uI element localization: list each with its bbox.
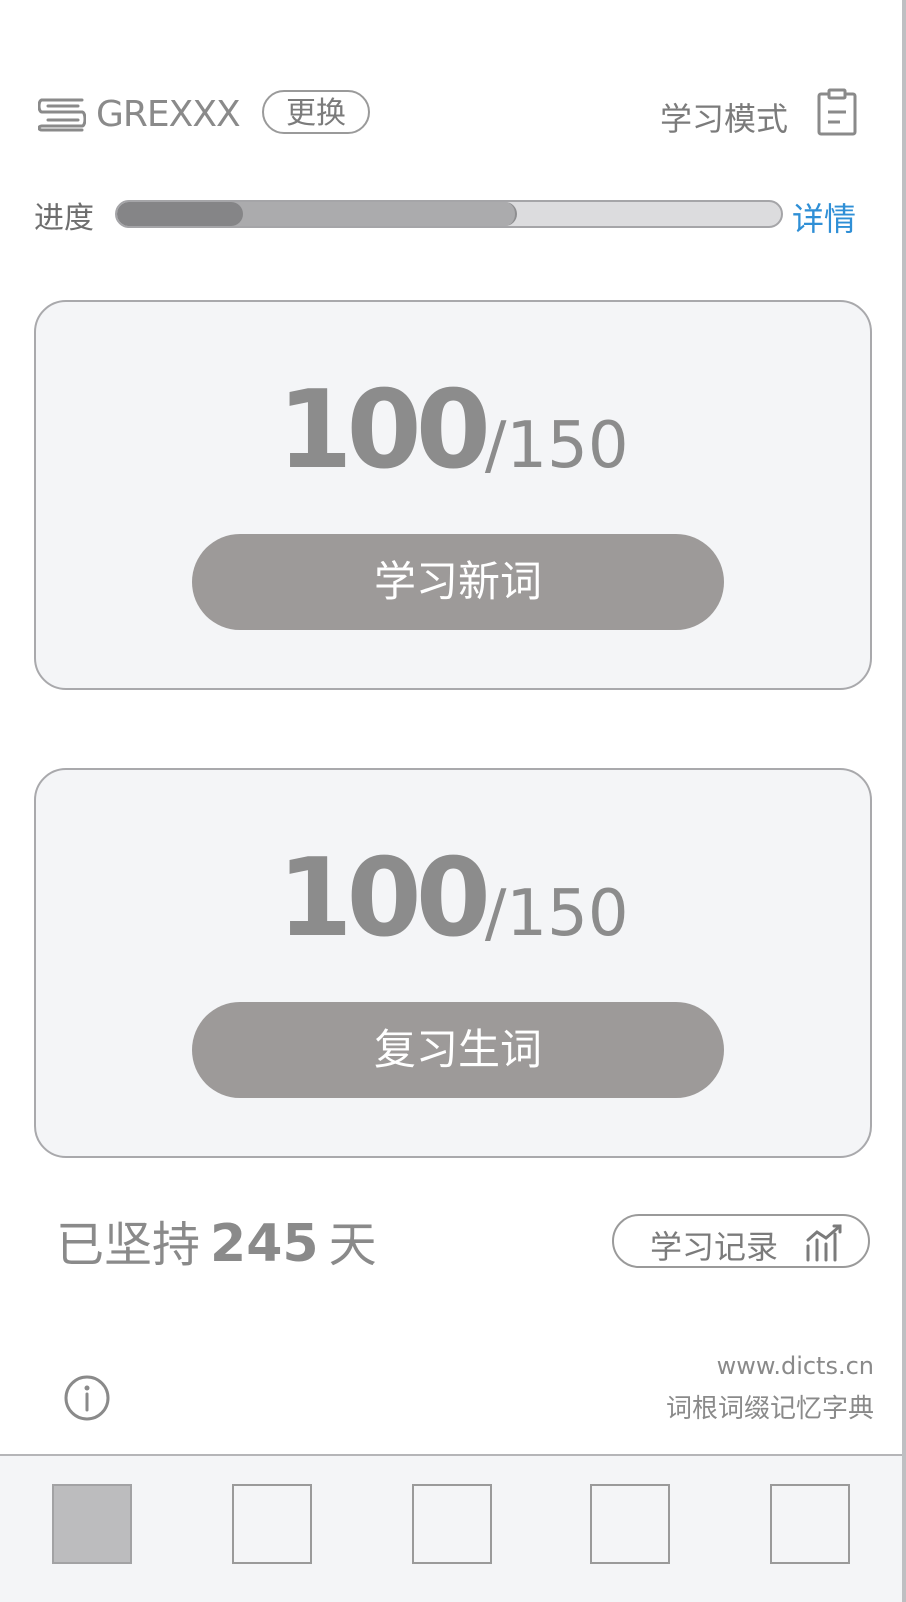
window-edge <box>902 0 906 1602</box>
review-words-total: 150 <box>506 877 629 951</box>
info-icon[interactable] <box>63 1374 111 1422</box>
progress-learned-fill <box>117 202 244 226</box>
review-words-count: 100/150 <box>36 836 870 961</box>
streak-prefix: 已坚持 <box>56 1217 201 1273</box>
progress-detail-link[interactable]: 详情 <box>792 194 856 240</box>
tab-1[interactable] <box>52 1484 132 1564</box>
tab-5[interactable] <box>770 1484 850 1564</box>
study-mode-label[interactable]: 学习模式 <box>660 94 788 140</box>
progress-label: 进度 <box>34 201 94 236</box>
tab-4[interactable] <box>590 1484 670 1564</box>
book-stack-icon <box>38 98 86 132</box>
new-words-card: 100/150 学习新词 <box>34 300 872 690</box>
review-words-card: 100/150 复习生词 <box>34 768 872 1158</box>
learn-new-words-button[interactable]: 学习新词 <box>192 534 724 630</box>
study-record-label: 学习记录 <box>650 1228 779 1266</box>
header: GREXXX 更换 学习模式 <box>38 86 858 142</box>
bottom-tab-bar <box>0 1454 902 1602</box>
review-words-done: 100 <box>277 836 490 961</box>
site-description: 词根词缀记忆字典 <box>665 1394 874 1424</box>
new-words-count: 100/150 <box>36 368 870 493</box>
streak-suffix: 天 <box>328 1217 377 1273</box>
study-record-button[interactable]: 学习记录 <box>612 1214 870 1268</box>
review-words-button[interactable]: 复习生词 <box>192 1002 724 1098</box>
book-title: GREXXX <box>96 94 241 135</box>
site-url[interactable]: www.dicts.cn <box>717 1352 874 1380</box>
streak-text: 已坚持 245 天 <box>56 1205 377 1275</box>
tab-3[interactable] <box>412 1484 492 1564</box>
new-words-total: 150 <box>506 409 629 483</box>
count-separator: / <box>484 877 507 951</box>
count-separator: / <box>484 409 507 483</box>
new-words-done: 100 <box>277 368 490 493</box>
progress-bar <box>115 200 783 228</box>
tab-2[interactable] <box>232 1484 312 1564</box>
bar-chart-icon <box>806 1224 842 1262</box>
change-book-button[interactable]: 更换 <box>262 90 370 134</box>
streak-days: 245 <box>210 1214 319 1274</box>
clipboard-icon[interactable] <box>816 88 858 136</box>
